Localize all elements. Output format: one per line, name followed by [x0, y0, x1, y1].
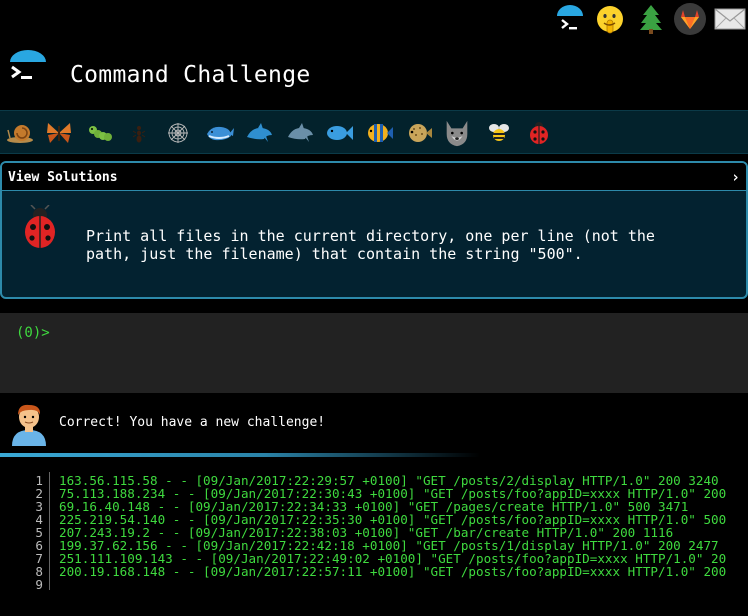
ant-icon[interactable]: [124, 119, 154, 147]
ladybug-challenge-icon: [20, 204, 60, 251]
whale-icon[interactable]: [205, 119, 235, 147]
header: Command Challenge: [0, 46, 748, 106]
view-solutions-label: View Solutions: [8, 170, 118, 185]
divider: [0, 453, 480, 457]
file-viewer: 1 2 3 4 5 6 7 8 9 163.56.115.58 - - [09/…: [0, 472, 748, 592]
gitlab-icon[interactable]: [673, 2, 707, 36]
wolf-icon[interactable]: [442, 119, 472, 147]
challenge-description: Print all files in the current directory…: [86, 227, 726, 263]
top-bar: [0, 0, 748, 40]
shushing-face-icon[interactable]: [593, 2, 627, 36]
snail-icon[interactable]: [5, 119, 35, 147]
challenge-progress-bar: [0, 110, 748, 154]
blowfish-icon[interactable]: [404, 119, 434, 147]
view-solutions-toggle[interactable]: View Solutions ›: [2, 163, 746, 191]
message-text: Correct! You have a new challenge!: [59, 415, 326, 430]
envelope-icon[interactable]: [713, 2, 747, 36]
terminal-prompt: (0)>: [16, 325, 50, 341]
app-logo-icon[interactable]: [6, 48, 50, 92]
avatar: [10, 402, 48, 446]
log-line: 200.19.168.148 - - [09/Jan/2017:22:57:11…: [59, 564, 727, 579]
chevron-right-icon[interactable]: ›: [731, 168, 740, 186]
challenge-line-1: Print all files in the current directory…: [86, 227, 655, 245]
tree-icon[interactable]: [634, 2, 668, 36]
line-number-gutter: 1 2 3 4 5 6 7 8 9: [0, 472, 50, 592]
spider-web-icon[interactable]: [163, 119, 193, 147]
dolphin-icon-2[interactable]: [285, 119, 315, 147]
challenge-panel: View Solutions › Print all files in the …: [0, 161, 748, 299]
butterfly-icon[interactable]: [44, 119, 74, 147]
ladybug-icon[interactable]: [524, 119, 554, 147]
line-number: 9: [35, 577, 43, 592]
terminal-logo-icon[interactable]: [553, 2, 587, 36]
fish-icon[interactable]: [324, 119, 354, 147]
dolphin-icon[interactable]: [244, 119, 274, 147]
page-title: Command Challenge: [70, 62, 311, 88]
tropical-fish-icon[interactable]: [365, 119, 395, 147]
bee-icon[interactable]: [484, 119, 514, 147]
challenge-line-2: path, just the filename) that contain th…: [86, 245, 583, 263]
terminal-input[interactable]: (0)>: [0, 313, 748, 393]
status-message: Correct! You have a new challenge!: [0, 400, 748, 450]
caterpillar-icon[interactable]: [86, 119, 116, 147]
